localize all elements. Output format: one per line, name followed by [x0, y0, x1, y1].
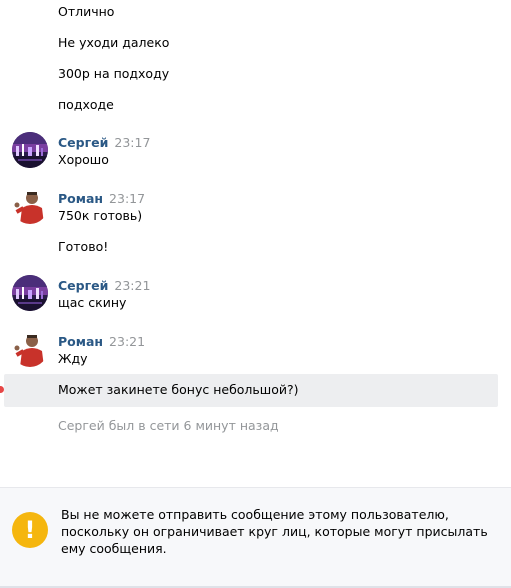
- message-text: Не уходи далеко: [58, 35, 170, 50]
- message-time[interactable]: 23:17: [114, 135, 150, 150]
- message-text: Хорошо: [58, 152, 109, 167]
- message-header: Роман 23:17: [58, 191, 145, 206]
- sergey-avatar[interactable]: [12, 275, 48, 311]
- message-history: Отлично Не уходи далеко 300р на подходу …: [0, 0, 505, 487]
- message-time[interactable]: 23:21: [114, 278, 150, 293]
- message-text: Отлично: [58, 4, 115, 19]
- message-text: 300р на подходу: [58, 66, 170, 81]
- roman-avatar[interactable]: [12, 331, 48, 367]
- message-header: Сергей 23:21: [58, 278, 150, 293]
- restriction-notice: ! Вы не можете отправить сообщение этому…: [0, 487, 511, 588]
- message-text: Жду: [58, 351, 88, 366]
- author-name[interactable]: Роман: [58, 191, 103, 206]
- message-header: Роман 23:21: [58, 334, 145, 349]
- roman-avatar[interactable]: [12, 188, 48, 224]
- message-text: подходе: [58, 97, 114, 112]
- author-name[interactable]: Сергей: [58, 135, 108, 150]
- message-time[interactable]: 23:21: [109, 334, 145, 349]
- message-text: щас скину: [58, 295, 127, 310]
- message-text: Готово!: [58, 239, 109, 254]
- warning-icon: !: [12, 512, 48, 548]
- message-time[interactable]: 23:17: [109, 191, 145, 206]
- message-header: Сергей 23:17: [58, 135, 150, 150]
- restriction-text: Вы не можете отправить сообщение этому п…: [61, 507, 488, 556]
- author-name[interactable]: Сергей: [58, 278, 108, 293]
- message-text: 750к готовь): [58, 208, 143, 223]
- sergey-avatar[interactable]: [12, 132, 48, 168]
- online-status: Сергей был в сети 6 минут назад: [58, 418, 279, 433]
- author-name[interactable]: Роман: [58, 334, 103, 349]
- message-text: Может закинете бонус небольшой?): [58, 382, 299, 397]
